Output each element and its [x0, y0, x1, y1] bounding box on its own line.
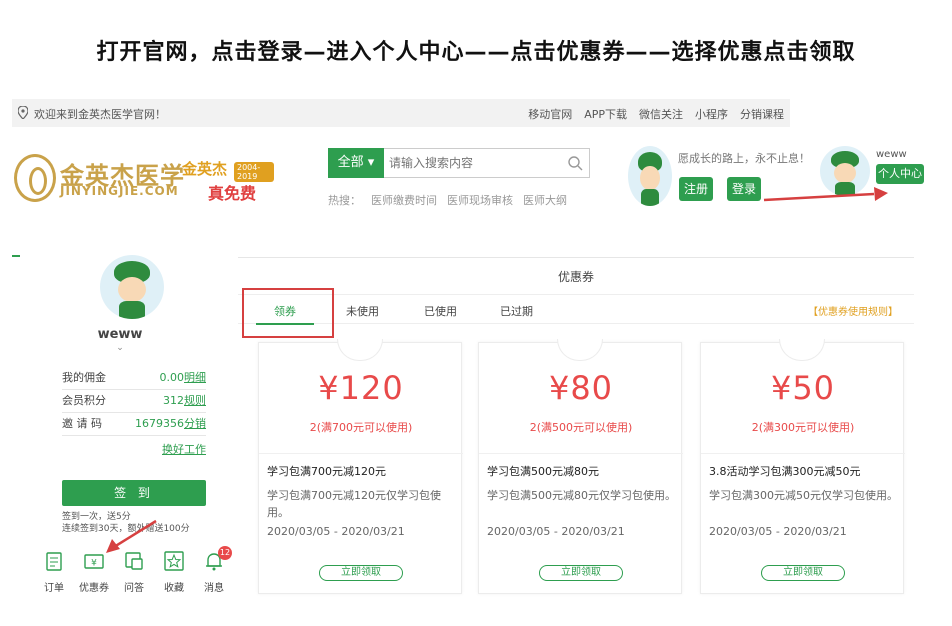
promo-badge: 金英杰 2004-2019 真免费 — [182, 158, 274, 204]
coupon-tabs: 领券 未使用 已使用 已过期 【优惠券使用规则】 — [238, 294, 914, 325]
promo-brand: 金英杰 — [182, 160, 228, 178]
link-mobile-site[interactable]: 移动官网 — [528, 106, 572, 122]
annotation-highlight-box — [242, 288, 334, 338]
username: weww — [97, 327, 143, 342]
stat-row-invite: 邀 请 码 1679356 分销 — [62, 413, 206, 436]
coupon-name: 学习包满700元减120元 — [267, 465, 386, 478]
mini-username: weww — [876, 149, 907, 160]
register-button[interactable]: 注册 — [679, 177, 713, 201]
annotation-arrow-icon — [106, 519, 157, 553]
coupon-card: ¥50 2(满300元可以使用) 3.8活动学习包满300元减50元 学习包满3… — [700, 339, 905, 594]
location-pin-icon — [18, 106, 28, 119]
user-sidebar: weww ⌄ 我的佣金 0.00 明细 会员积分 312 规则 邀 请 码 16… — [12, 255, 232, 595]
promo-free: 真免费 — [208, 184, 257, 203]
coupon-validity: 2020/03/05 - 2020/03/21 — [709, 525, 847, 538]
promo-years: 2004-2019 — [234, 162, 274, 182]
logo-emblem-icon — [14, 154, 56, 202]
coupon-amount: ¥120 — [318, 369, 404, 407]
search-icon[interactable] — [567, 155, 583, 171]
claim-coupon-button[interactable]: 立即领取 — [761, 565, 845, 581]
coupon-condition: 2(满500元可以使用) — [529, 421, 633, 434]
top-bar: 欢迎来到金英杰医学官网！ 移动官网 APP下载 微信关注 小程序 分销课程 — [12, 99, 790, 127]
claim-coupon-button[interactable]: 立即领取 — [539, 565, 623, 581]
stat-row-commission: 我的佣金 0.00 明细 — [62, 367, 206, 390]
hot-term[interactable]: 医师现场审核 — [447, 192, 513, 208]
coupon-description: 学习包满300元减50元仅学习包使用。 — [709, 489, 898, 502]
commission-detail-link[interactable]: 明细 — [184, 367, 206, 389]
chevron-down-icon[interactable]: ⌄ — [16, 343, 224, 353]
panel-title: 优惠券 — [557, 270, 594, 284]
login-button[interactable]: 登录 — [727, 177, 761, 201]
shortcut-orders[interactable]: 订单 — [36, 550, 72, 594]
coupon-description: 学习包满500元减80元仅学习包使用。 — [487, 489, 676, 502]
coupon-name: 学习包满500元减80元 — [487, 465, 599, 478]
coupon-description: 学习包满700元减120元仅学习包使用。 — [267, 489, 441, 519]
stat-row-points: 会员积分 312 规则 — [62, 390, 206, 413]
sidebar-accent — [12, 255, 20, 257]
hot-term[interactable]: 医师大纲 — [523, 192, 567, 208]
coupon-panel: 优惠券 领券 未使用 已使用 已过期 【优惠券使用规则】 ¥120 2(满700… — [238, 257, 914, 597]
greeting-text: 愿成长的路上，永不止息！ — [678, 152, 810, 165]
link-distribution[interactable]: 分销课程 — [740, 106, 784, 122]
search-input[interactable] — [389, 153, 559, 173]
points-rules-link[interactable]: 规则 — [184, 390, 206, 412]
coupon-card: ¥80 2(满500元可以使用) 学习包满500元减80元 学习包满500元减8… — [478, 339, 683, 594]
shortcut-messages[interactable]: 消息 12 — [196, 546, 232, 594]
svg-text:¥: ¥ — [91, 559, 97, 569]
instruction-headline: 打开官网，点击登录—进入个人中心——点击优惠券——选择优惠点击领取 — [96, 40, 856, 65]
coupon-amount: ¥50 — [770, 369, 836, 407]
coupon-condition: 2(满700元可以使用) — [309, 421, 413, 434]
search-category-select[interactable]: 全部 ▾ — [328, 148, 384, 178]
user-avatar[interactable] — [100, 255, 164, 319]
header-mascot-avatar — [628, 146, 672, 206]
message-count-badge: 12 — [218, 546, 232, 560]
link-mini-program[interactable]: 小程序 — [695, 106, 728, 122]
top-links: 移动官网 APP下载 微信关注 小程序 分销课程 — [528, 106, 784, 122]
change-job-link[interactable]: 换好工作 — [162, 441, 206, 457]
coupon-name: 3.8活动学习包满300元减50元 — [709, 465, 861, 478]
link-app-download[interactable]: APP下载 — [584, 106, 627, 122]
shortcut-favorites[interactable]: 收藏 — [156, 550, 192, 594]
hot-term[interactable]: 医师缴费时间 — [371, 192, 437, 208]
hot-search: 热搜： 医师缴费时间 医师现场审核 医师大纲 — [328, 192, 567, 208]
personal-center-button[interactable]: 个人中心 — [876, 164, 924, 184]
tab-used[interactable]: 已使用 — [424, 303, 457, 319]
coupon-validity: 2020/03/05 - 2020/03/21 — [487, 525, 625, 538]
coupon-card: ¥120 2(满700元可以使用) 学习包满700元减120元 学习包满700元… — [258, 339, 463, 594]
claim-coupon-button[interactable]: 立即领取 — [319, 565, 403, 581]
coupon-condition: 2(满300元可以使用) — [751, 421, 855, 434]
coupon-amount: ¥80 — [548, 369, 614, 407]
signin-button[interactable]: 签 到 — [62, 480, 206, 506]
invite-distribute-link[interactable]: 分销 — [184, 413, 206, 435]
welcome-text: 欢迎来到金英杰医学官网！ — [34, 108, 166, 121]
user-stats: 我的佣金 0.00 明细 会员积分 312 规则 邀 请 码 1679356 分… — [62, 367, 206, 456]
tab-expired[interactable]: 已过期 — [500, 303, 533, 319]
link-wechat[interactable]: 微信关注 — [639, 106, 683, 122]
site-logo[interactable]: 金英杰医学 JINYINGJIE.COM 金英杰 2004-2019 真免费 — [14, 150, 274, 206]
tab-unused[interactable]: 未使用 — [346, 303, 379, 319]
coupon-rules-link[interactable]: 【优惠券使用规则】 — [808, 303, 898, 318]
order-icon — [46, 552, 62, 571]
annotation-arrow-icon — [763, 187, 888, 202]
star-icon — [164, 551, 184, 571]
hot-search-label: 热搜： — [328, 194, 361, 207]
logo-sub-text: JINYINGJIE.COM — [60, 184, 179, 198]
coupon-validity: 2020/03/05 - 2020/03/21 — [267, 525, 405, 538]
search-box: 全部 ▾ — [328, 148, 590, 178]
